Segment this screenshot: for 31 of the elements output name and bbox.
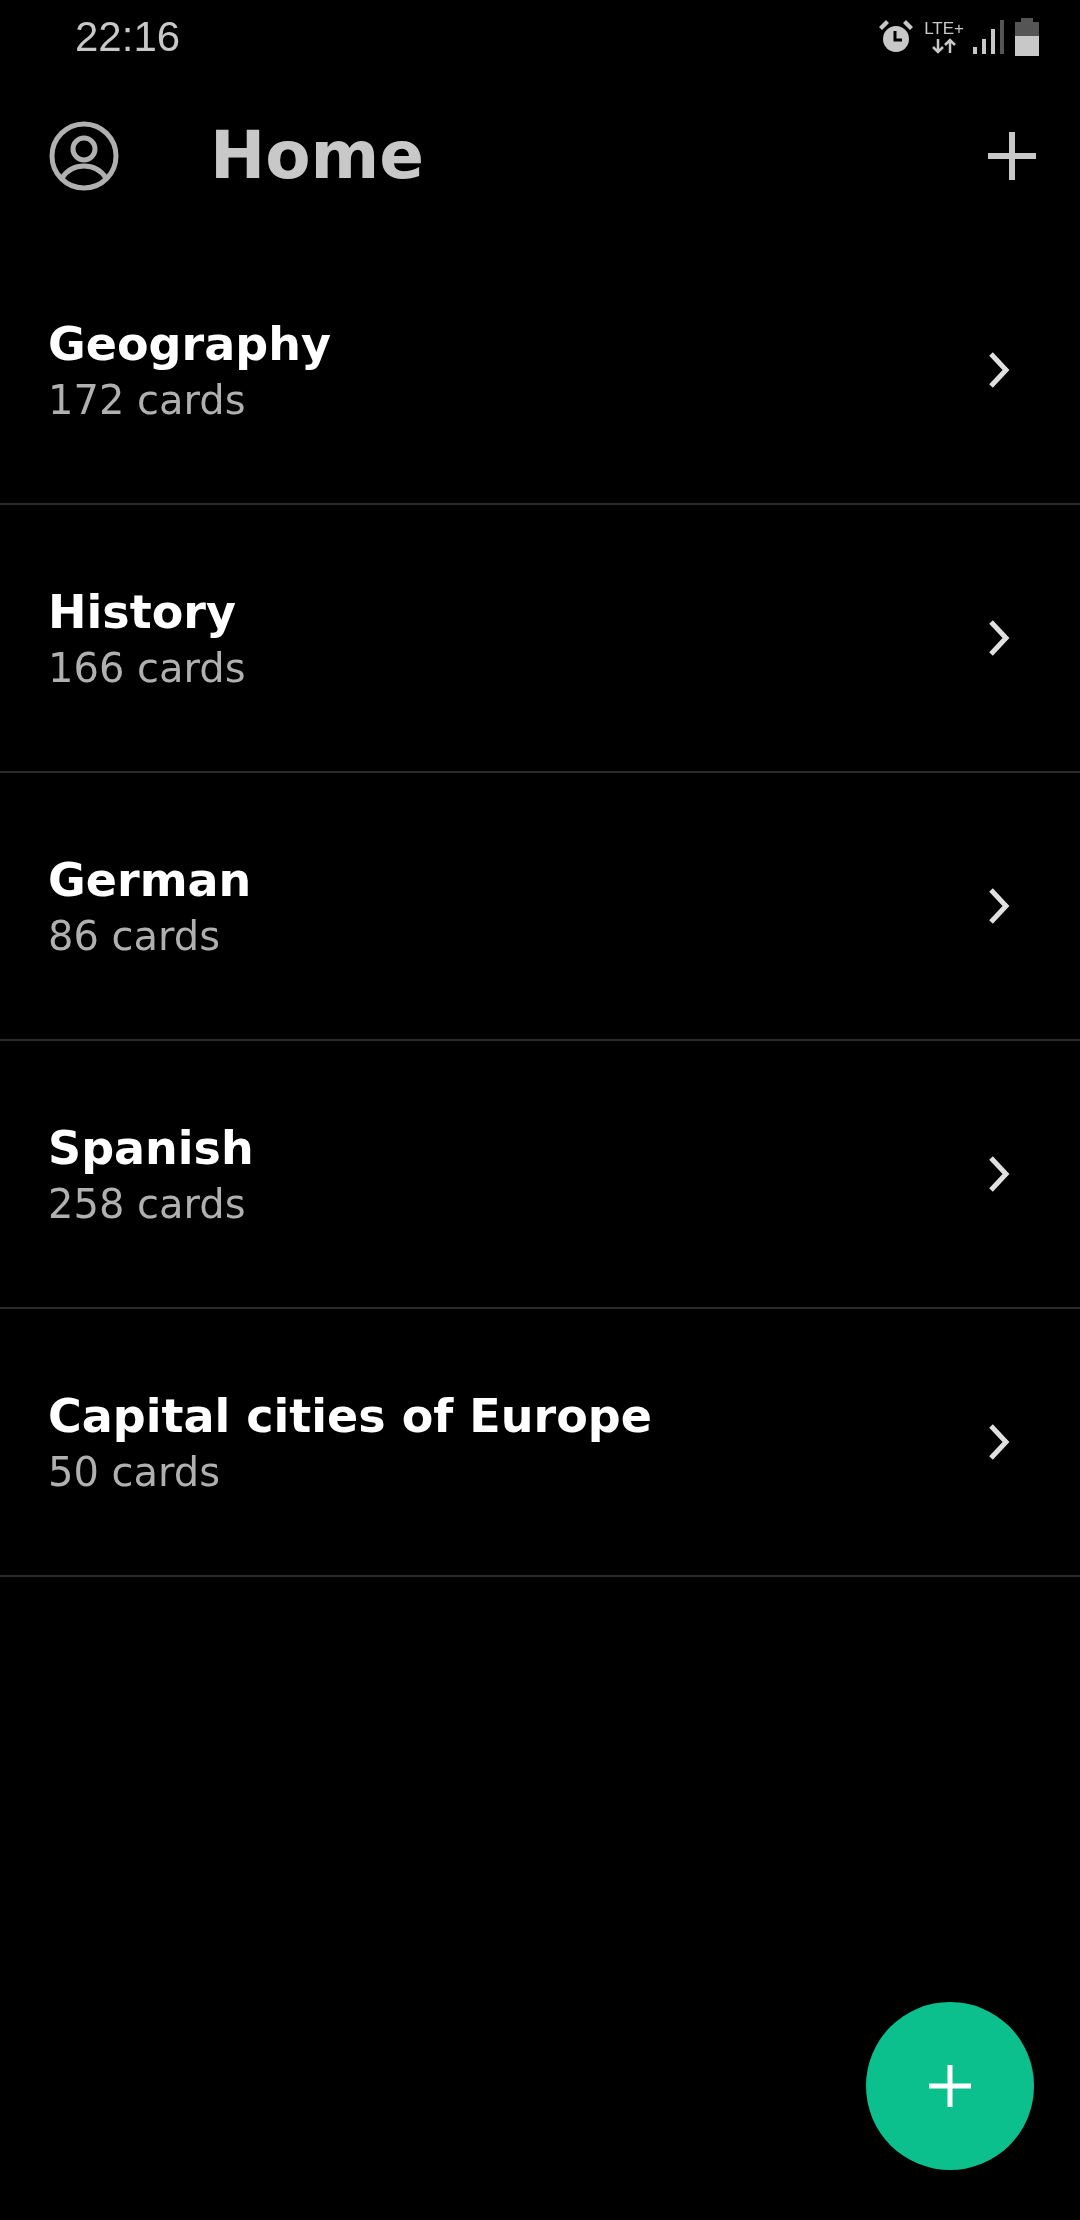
deck-row[interactable]: History 166 cards [0, 505, 1080, 773]
signal-icon [972, 19, 1006, 55]
card-count: 86 cards [48, 913, 222, 959]
card-count: 258 cards [48, 1181, 247, 1227]
profile-icon [48, 119, 120, 192]
screen-title: Home [210, 117, 426, 194]
chevron-right-icon [988, 1423, 1010, 1461]
network-type: LTE+ [924, 20, 964, 38]
deck-name: German [48, 853, 253, 907]
deck-name: Geography [48, 317, 332, 371]
data-arrows-icon [931, 38, 958, 54]
deck-name: Spanish [48, 1121, 255, 1175]
deck-name: History [48, 585, 237, 639]
add-button[interactable] [986, 129, 1038, 182]
chevron-right-icon [988, 1155, 1010, 1193]
card-count: 172 cards [48, 377, 247, 423]
card-count: 50 cards [48, 1449, 222, 1495]
profile-button[interactable] [48, 119, 120, 192]
deck-name: Capital cities of Europe [48, 1389, 653, 1443]
deck-row[interactable]: German 86 cards [0, 773, 1080, 1041]
chevron-right-icon [988, 887, 1010, 925]
status-time: 22:16 [75, 13, 181, 61]
plus-icon [927, 2063, 973, 2109]
plus-icon [986, 129, 1038, 182]
chevron-right-icon [988, 351, 1010, 389]
battery-icon [1014, 18, 1040, 56]
deck-row[interactable]: Capital cities of Europe 50 cards [0, 1309, 1080, 1577]
deck-row[interactable]: Geography 172 cards [0, 237, 1080, 505]
deck-row[interactable]: Spanish 258 cards [0, 1041, 1080, 1309]
card-count: 166 cards [48, 645, 247, 691]
chevron-right-icon [988, 619, 1010, 657]
